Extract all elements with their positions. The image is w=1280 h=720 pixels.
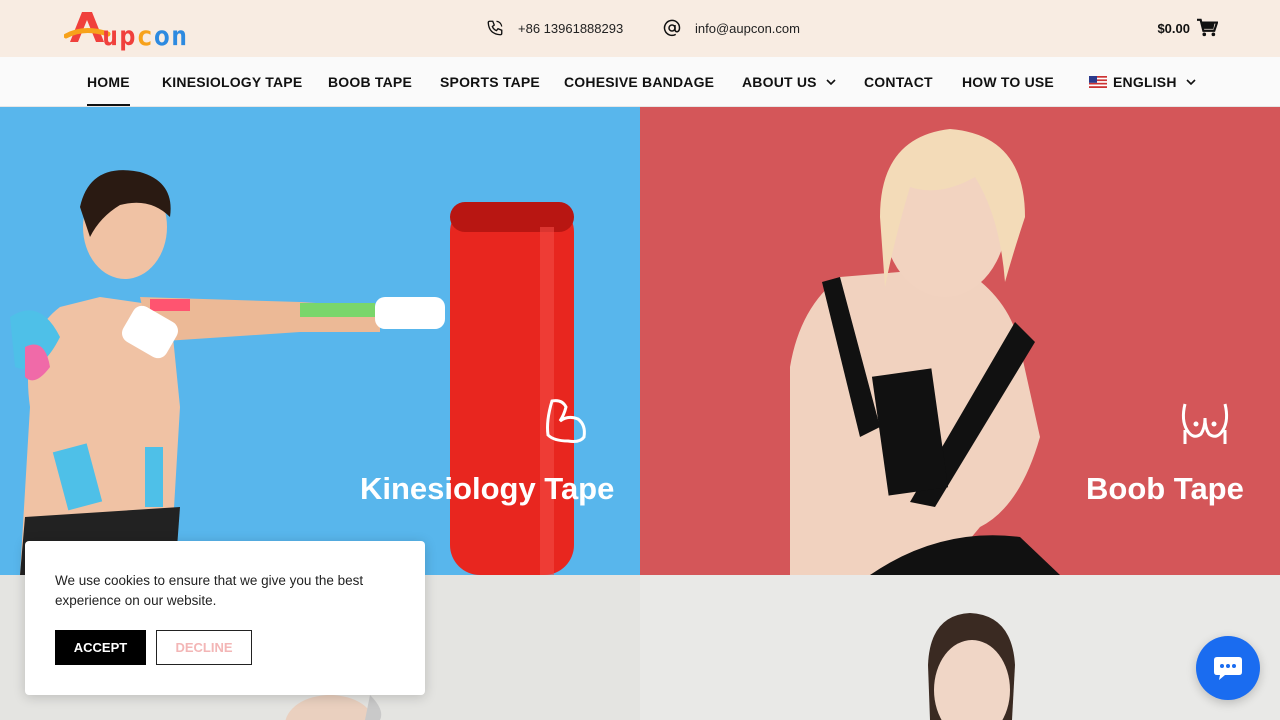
chevron-down-icon — [826, 79, 836, 86]
nav-home[interactable]: HOME — [87, 74, 130, 106]
email-contact[interactable]: info@aupcon.com — [663, 19, 800, 37]
nav-label: COHESIVE BANDAGE — [564, 74, 715, 90]
logo-text: upcon — [102, 21, 189, 52]
tile-boob-tape[interactable]: Boob Tape — [640, 107, 1280, 575]
phone-icon — [487, 20, 503, 36]
cart-icon — [1197, 18, 1218, 37]
nav-how-to-use[interactable]: HOW TO USE — [962, 74, 1054, 90]
language-selector[interactable]: ENGLISH — [1089, 74, 1196, 90]
main-navigation: HOME KINESIOLOGY TAPE BOOB TAPE SPORTS T… — [0, 57, 1280, 107]
phone-number: +86 13961888293 — [518, 20, 624, 36]
model-photo — [928, 613, 1015, 720]
cookie-banner: We use cookies to ensure that we give yo… — [25, 541, 425, 695]
nav-label: BOOB TAPE — [328, 74, 412, 90]
tile-cohesive-bandage-preview[interactable] — [640, 575, 1280, 720]
flexed-arm-icon — [546, 399, 586, 443]
top-bar: upcon +86 13961888293 info@aupcon.com $0… — [0, 0, 1280, 57]
site-logo[interactable]: upcon — [64, 8, 214, 52]
cart-total: $0.00 — [1157, 20, 1190, 36]
nav-label: CONTACT — [864, 74, 933, 90]
nav-label: ABOUT US — [742, 74, 817, 90]
nav-contact[interactable]: CONTACT — [864, 74, 933, 90]
chat-button[interactable] — [1196, 636, 1260, 700]
chevron-down-icon — [1186, 79, 1196, 86]
nav-label: HOME — [87, 74, 130, 90]
breast-icon — [1181, 403, 1229, 444]
nav-sports-tape[interactable]: SPORTS TAPE — [440, 74, 540, 90]
decline-cookies-button[interactable]: DECLINE — [156, 630, 252, 665]
nav-cohesive-bandage[interactable]: COHESIVE BANDAGE — [564, 74, 714, 90]
nav-about-us[interactable]: ABOUT US — [742, 74, 836, 90]
nav-boob-tape[interactable]: BOOB TAPE — [328, 74, 412, 90]
phone-contact[interactable]: +86 13961888293 — [486, 19, 623, 37]
at-sign-icon — [663, 19, 681, 37]
us-flag-icon — [1089, 76, 1107, 88]
cart-button[interactable]: $0.00 — [1157, 18, 1218, 38]
nav-label: ENGLISH — [1113, 74, 1177, 90]
cookie-message: We use cookies to ensure that we give yo… — [55, 573, 364, 608]
email-address: info@aupcon.com — [695, 20, 800, 36]
nav-kinesiology-tape[interactable]: KINESIOLOGY TAPE — [162, 74, 302, 90]
accept-cookies-button[interactable]: ACCEPT — [55, 630, 146, 665]
tile-title: Boob Tape — [1086, 471, 1244, 506]
nav-label: HOW TO USE — [962, 74, 1054, 90]
nav-label: SPORTS TAPE — [440, 74, 540, 90]
tile-title: Kinesiology Tape — [360, 471, 615, 506]
tile-kinesiology-tape[interactable]: Kinesiology Tape — [0, 107, 640, 575]
chat-bubble-icon — [1214, 657, 1242, 680]
nav-label: KINESIOLOGY TAPE — [162, 74, 303, 90]
